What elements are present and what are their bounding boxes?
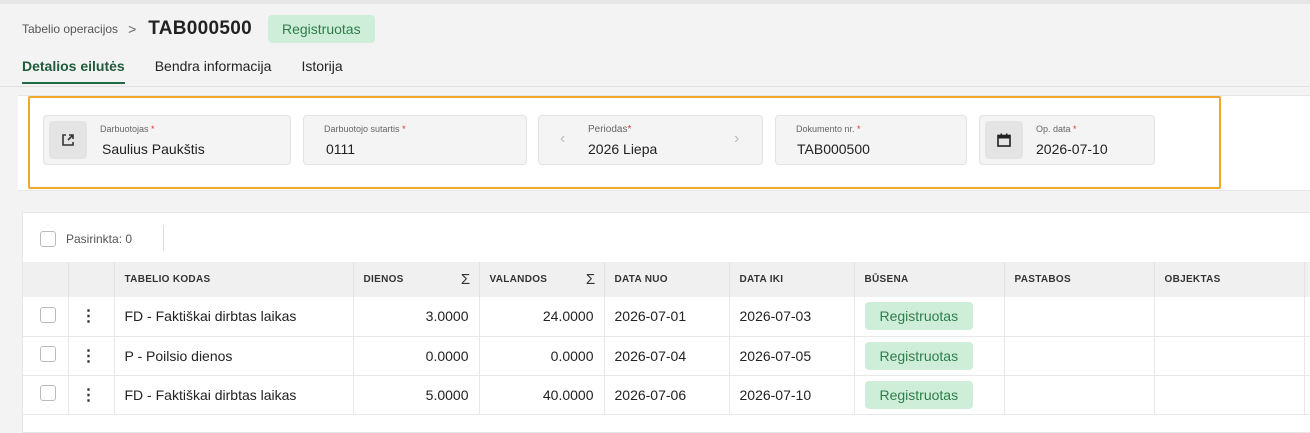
- column-header-object[interactable]: OBJEKTAS: [1154, 262, 1305, 297]
- column-header-hours[interactable]: VALANDOS Σ: [479, 262, 605, 297]
- cell-notes: [1004, 375, 1155, 415]
- cell-date-from: 2026-07-04: [604, 336, 730, 376]
- detail-table: TABELIO KODAS DIENOS Σ VALANDOS Σ DATA NUO…: [23, 262, 1310, 415]
- cell-object: [1154, 336, 1305, 376]
- status-badge: Registruotas: [268, 15, 375, 43]
- cell-date-to: 2026-07-05: [729, 336, 855, 376]
- row-status-badge: Registruotas: [864, 380, 974, 409]
- cell-notes: [1004, 297, 1155, 337]
- detail-lines-grid: Pasirinkta: 0 TABELIO KODAS DIENOS Σ VALA…: [22, 212, 1310, 433]
- column-header-days[interactable]: DIENOS Σ: [353, 262, 480, 297]
- cell-status: Registruotas: [854, 336, 1005, 376]
- row-checkbox[interactable]: [40, 346, 56, 362]
- highlight-frame: [28, 96, 1221, 189]
- table-row[interactable]: ⋮ P - Poilsio dienos 0.0000 0.0000 2026-…: [23, 336, 1310, 376]
- breadcrumb-parent-link[interactable]: Tabelio operacijos: [22, 22, 118, 36]
- cell-days: 3.0000: [353, 297, 480, 337]
- row-status-badge: Registruotas: [864, 341, 974, 370]
- cell-date-to: 2026-07-10: [729, 375, 855, 415]
- column-header-notes[interactable]: PASTABOS: [1004, 262, 1155, 297]
- column-header-code[interactable]: TABELIO KODAS: [114, 262, 354, 297]
- column-header-date-from[interactable]: DATA NUO: [604, 262, 730, 297]
- header-checkbox-cell: [23, 262, 69, 297]
- cell-hours: 24.0000: [479, 297, 605, 337]
- tabs-divider: [0, 86, 1310, 87]
- cell-code: FD - Faktiškai dirbtas laikas: [114, 297, 354, 337]
- cell-days: 5.0000: [353, 375, 480, 415]
- page-title: TAB000500: [148, 18, 252, 39]
- tab-general-info[interactable]: Bendra informacija: [155, 58, 272, 84]
- grid-toolbar: Pasirinkta: 0: [23, 213, 1310, 261]
- cell-notes: [1004, 336, 1155, 376]
- cell-object: [1154, 297, 1305, 337]
- table-row[interactable]: ⋮ FD - Faktiškai dirbtas laikas 3.0000 2…: [23, 297, 1310, 337]
- table-row[interactable]: ⋮ FD - Faktiškai dirbtas laikas 5.0000 4…: [23, 375, 1310, 415]
- row-menu-icon[interactable]: ⋮: [81, 387, 97, 404]
- tab-detail-lines[interactable]: Detalios eilutės: [22, 58, 125, 84]
- header-menu-cell: [68, 262, 115, 297]
- cell-date-from: 2026-07-01: [604, 297, 730, 337]
- header-filler: [1304, 262, 1310, 297]
- column-header-status[interactable]: BŪSENA: [854, 262, 1005, 297]
- breadcrumb: Tabelio operacijos > TAB000500 Registruo…: [22, 14, 375, 44]
- selected-count: Pasirinkta: 0: [66, 232, 133, 246]
- cell-object: [1154, 375, 1305, 415]
- column-header-date-to[interactable]: DATA IKI: [729, 262, 855, 297]
- cell-days: 0.0000: [353, 336, 480, 376]
- cell-date-to: 2026-07-03: [729, 297, 855, 337]
- tab-history[interactable]: Istorija: [301, 58, 342, 84]
- cell-code: P - Poilsio dienos: [114, 336, 354, 376]
- sum-icon[interactable]: Σ: [461, 271, 471, 288]
- tab-bar: Detalios eilutės Bendra informacija Isto…: [22, 58, 373, 84]
- cell-status: Registruotas: [854, 297, 1005, 337]
- cell-hours: 40.0000: [479, 375, 605, 415]
- row-menu-icon[interactable]: ⋮: [81, 348, 97, 365]
- cell-date-from: 2026-07-06: [604, 375, 730, 415]
- breadcrumb-separator: >: [128, 21, 137, 37]
- table-header-row: TABELIO KODAS DIENOS Σ VALANDOS Σ DATA NUO…: [23, 262, 1310, 297]
- cell-hours: 0.0000: [479, 336, 605, 376]
- row-status-badge: Registruotas: [864, 302, 974, 331]
- sum-icon[interactable]: Σ: [586, 271, 596, 288]
- select-all-checkbox[interactable]: [40, 231, 56, 247]
- row-menu-icon[interactable]: ⋮: [81, 308, 97, 325]
- toolbar-divider: [163, 225, 164, 251]
- row-checkbox[interactable]: [40, 385, 56, 401]
- row-checkbox[interactable]: [40, 306, 56, 323]
- cell-status: Registruotas: [854, 375, 1005, 415]
- cell-code: FD - Faktiškai dirbtas laikas: [114, 375, 354, 415]
